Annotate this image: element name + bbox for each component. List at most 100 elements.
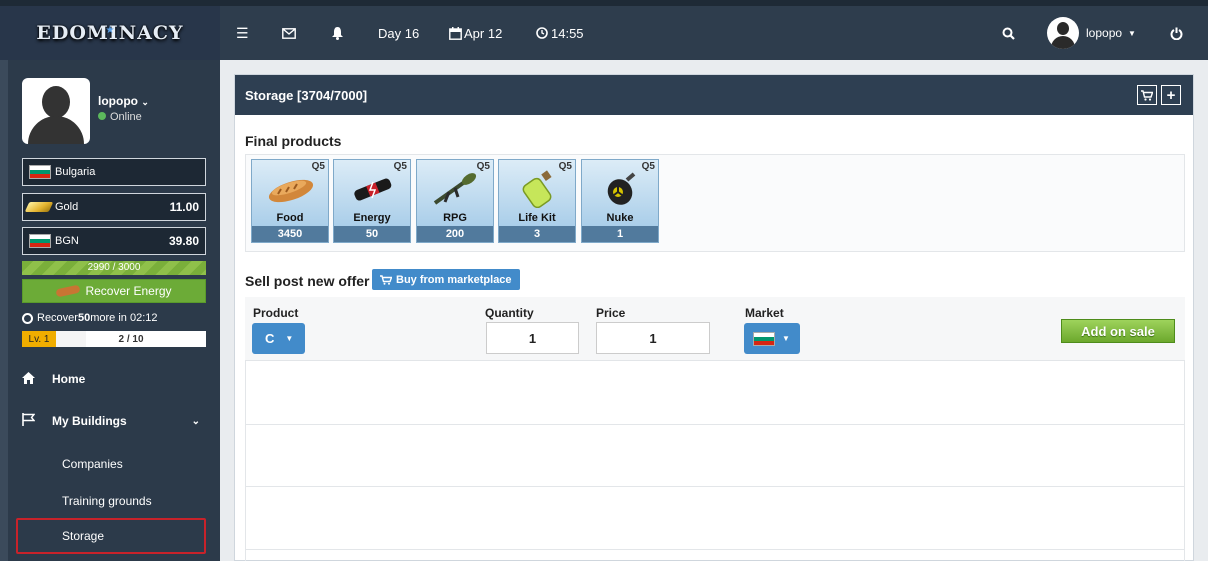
date-display: Apr 12 <box>449 6 502 60</box>
top-navbar: EDOMINACY ★ ☰ Day 16 Apr 12 14:55 lopopo… <box>0 0 1208 60</box>
nuke-icon <box>607 172 636 205</box>
logo-star-icon: ★ <box>105 25 115 36</box>
storage-panel: Storage [3704/7000] + Final products Q5 … <box>234 74 1194 561</box>
product-count: 1 <box>582 226 658 242</box>
energy-bar: 2990 / 3000 <box>22 261 206 275</box>
panel-header: Storage [3704/7000] + <box>235 75 1193 115</box>
product-tile-rpg[interactable]: Q5 RPG 200 <box>416 159 494 243</box>
sidebar-item-training-grounds[interactable]: Training grounds <box>22 483 206 519</box>
chevron-down-icon: ▼ <box>1128 28 1136 38</box>
product-name: Life Kit <box>518 212 556 224</box>
product-tile-energy[interactable]: Q5 Energy 50 <box>333 159 411 243</box>
sidebar-item-my-buildings[interactable]: My Buildings ⌄ <box>22 403 206 439</box>
recover-energy-label: Recover Energy <box>85 284 172 298</box>
life-kit-icon <box>522 170 552 208</box>
sidebar-item-label: Home <box>52 372 86 386</box>
product-select[interactable]: C ▼ <box>252 323 305 354</box>
sidebar-item-label: Storage <box>62 529 105 543</box>
sell-offer-form: Product C ▼ Quantity Price Market ▼ Add … <box>245 297 1185 361</box>
sidebar-item-label: Companies <box>62 457 123 471</box>
profile-avatar[interactable] <box>22 78 90 144</box>
time-text: 14:55 <box>551 25 584 41</box>
sidebar-item-home[interactable]: Home <box>22 361 206 397</box>
logo[interactable]: EDOMINACY ★ <box>0 6 220 60</box>
search-icon[interactable] <box>1002 6 1015 60</box>
recover-energy-button[interactable]: Recover Energy <box>22 279 206 303</box>
product-name: RPG <box>443 212 467 224</box>
citizenship-box[interactable]: Bulgaria <box>22 158 206 186</box>
refresh-icon: C <box>265 331 275 346</box>
calendar-icon <box>449 26 462 40</box>
rpg-icon <box>433 173 477 205</box>
xp-progress: 2 / 10 <box>56 331 206 347</box>
power-icon[interactable] <box>1170 6 1183 60</box>
refresh-ring-icon <box>22 312 33 324</box>
page-title: Storage [3704/7000] <box>245 87 368 103</box>
bell-icon[interactable] <box>331 6 344 60</box>
bgn-value: 39.80 <box>168 234 199 248</box>
price-input[interactable] <box>596 322 710 354</box>
chevron-down-icon: ⌄ <box>141 97 149 107</box>
quantity-input[interactable] <box>486 322 579 354</box>
mail-icon[interactable] <box>282 6 296 60</box>
menu-toggle-icon[interactable]: ☰ <box>236 6 249 60</box>
sell-section-title: Sell post new offer <box>245 273 370 289</box>
cart-icon <box>380 274 392 285</box>
profile-name[interactable]: lopopo ⌄ <box>98 94 149 108</box>
cart-button[interactable] <box>1137 85 1157 105</box>
chevron-down-icon: ▼ <box>285 334 294 343</box>
bulgaria-flag-icon <box>753 331 775 346</box>
add-on-sale-button[interactable]: Add on sale <box>1061 319 1175 343</box>
online-status: Online <box>98 111 142 123</box>
product-count: 200 <box>417 226 493 242</box>
product-count: 3450 <box>252 226 328 242</box>
username-label: lopopo <box>1086 26 1123 40</box>
product-tile-nuke[interactable]: Q5 Nuke 1 <box>581 159 659 243</box>
market-label: Market <box>745 306 784 320</box>
gold-balance[interactable]: Gold 11.00 <box>22 193 206 221</box>
cart-icon <box>1141 89 1153 101</box>
product-name: Food <box>276 212 304 224</box>
recover-timer: Recover 50 more in 02:12 <box>22 312 157 324</box>
gold-bar-icon <box>24 202 54 212</box>
sidebar-item-label: Training grounds <box>62 494 152 508</box>
gold-value: 11.00 <box>169 200 199 214</box>
bulgaria-flag-icon <box>29 165 51 179</box>
chevron-down-icon: ▼ <box>782 334 790 343</box>
buy-from-marketplace-button[interactable]: Buy from marketplace <box>372 269 520 290</box>
add-icon[interactable]: + <box>1161 85 1181 105</box>
flag-icon <box>22 413 52 429</box>
offers-list <box>245 361 1185 561</box>
sidebar-item-label: My Buildings <box>52 414 127 428</box>
date-text: Apr 12 <box>464 25 503 41</box>
product-count: 50 <box>334 226 410 242</box>
product-tile-life-kit[interactable]: Q5 Life Kit 3 <box>498 159 576 243</box>
quantity-label: Quantity <box>485 306 534 320</box>
energy-icon <box>354 178 392 201</box>
currency-name: BGN <box>55 235 79 247</box>
products-list: Q5 Food 3450 Q5 Energy 50 Q5 RPG 200 Q5 … <box>245 154 1185 252</box>
bgn-balance[interactable]: BGN 39.80 <box>22 227 206 255</box>
sidebar-item-companies[interactable]: Companies <box>22 446 206 482</box>
chevron-down-icon: ⌄ <box>191 415 200 427</box>
clock-icon <box>536 27 548 39</box>
sidebar-item-storage[interactable]: Storage <box>16 518 206 554</box>
buy-from-marketplace-label: Buy from marketplace <box>396 273 512 286</box>
sidebar-edge <box>0 60 8 561</box>
level-badge: Lv. 1 <box>22 331 56 347</box>
time-display: 14:55 <box>536 6 584 60</box>
product-tile-food[interactable]: Q5 Food 3450 <box>251 159 329 243</box>
currency-name: Gold <box>55 201 79 213</box>
online-dot-icon <box>98 112 106 120</box>
product-name: Energy <box>353 212 391 224</box>
avatar <box>1047 17 1079 49</box>
level-bar: Lv. 1 2 / 10 <box>22 331 206 347</box>
product-label: Product <box>253 306 299 320</box>
food-icon <box>55 284 82 298</box>
market-select[interactable]: ▼ <box>744 323 800 354</box>
offers-row-divider <box>245 486 1185 487</box>
home-icon <box>22 371 52 387</box>
price-label: Price <box>596 306 626 320</box>
product-count: 3 <box>499 226 575 242</box>
user-menu[interactable]: lopopo ▼ <box>1047 6 1136 60</box>
